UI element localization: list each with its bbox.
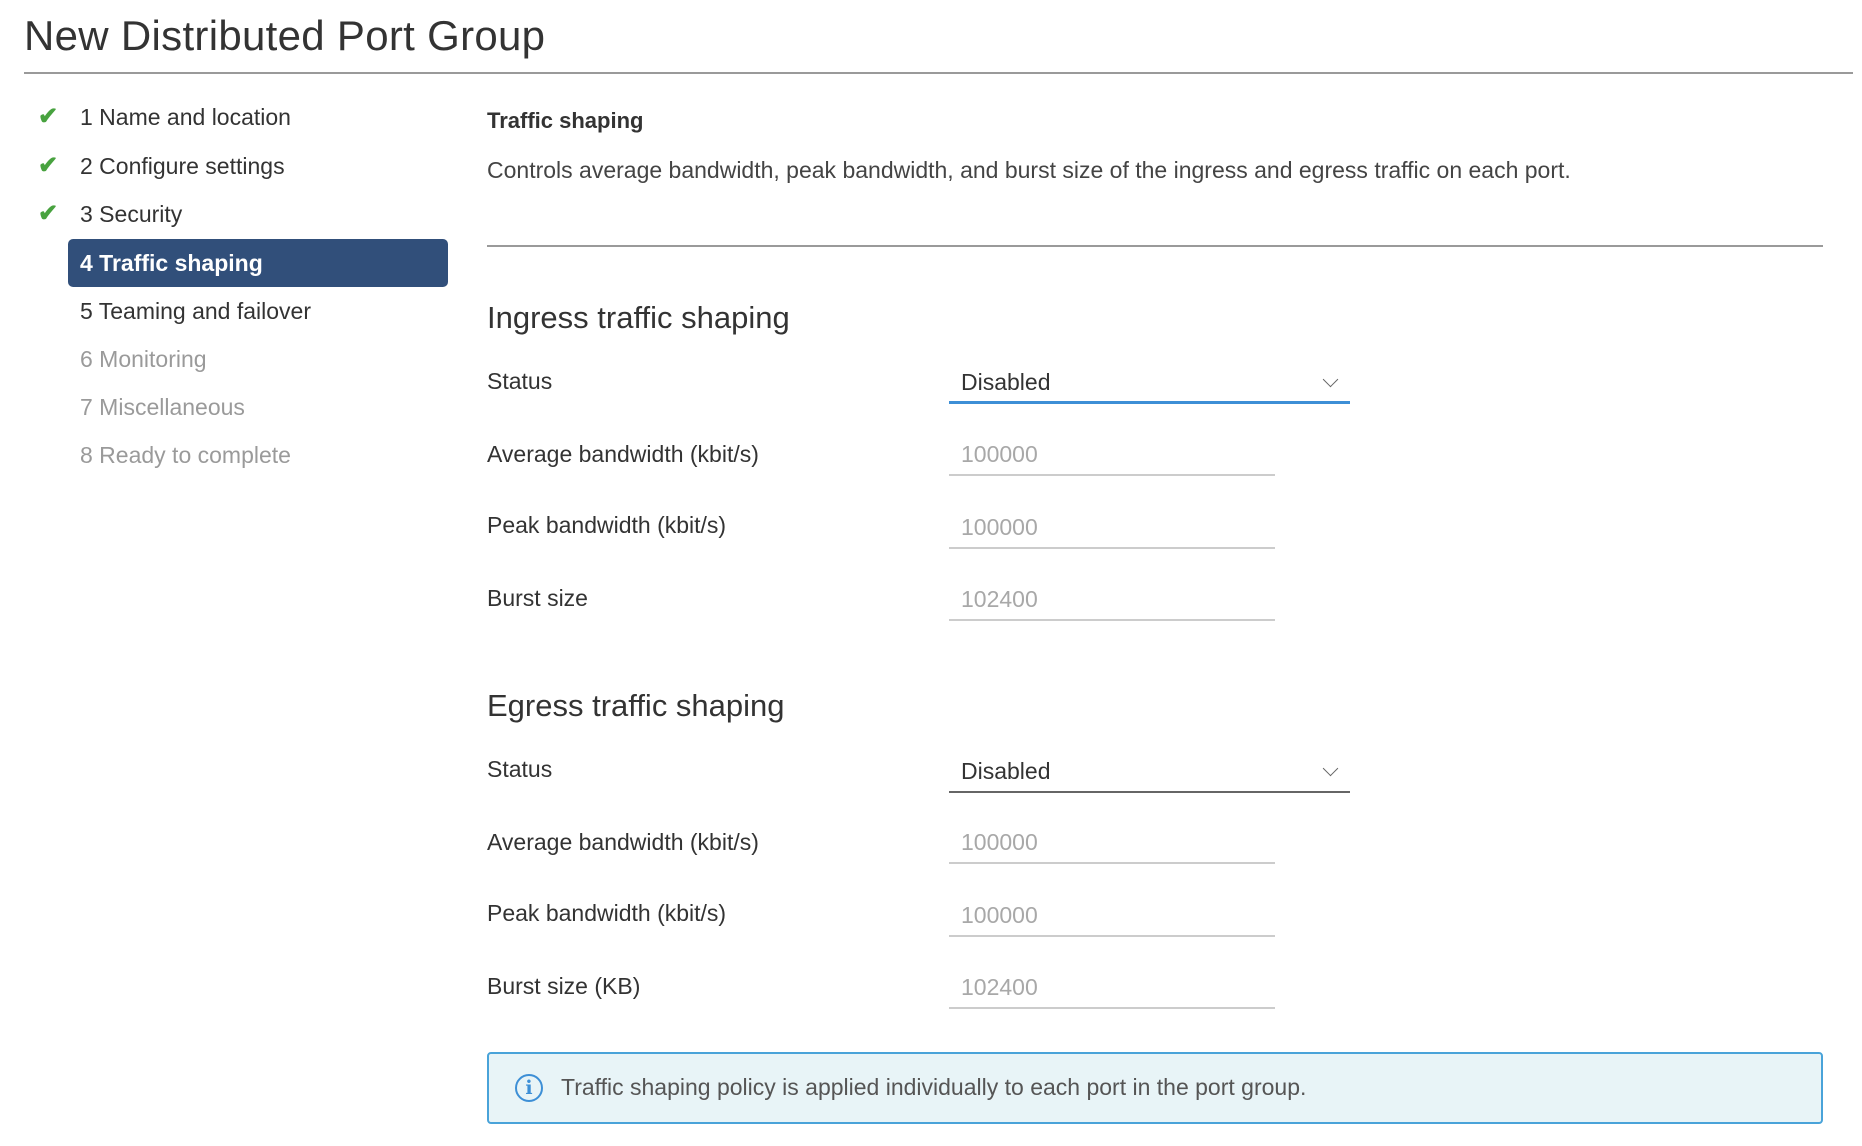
- ingress-avg-label: Average bandwidth (kbit/s): [487, 441, 759, 467]
- ingress-avg-input[interactable]: [949, 434, 1275, 476]
- ingress-heading: Ingress traffic shaping: [487, 300, 790, 335]
- step-configure-settings[interactable]: ✔ 2 Configure settings: [38, 142, 448, 190]
- step-ready-to-complete: 8 Ready to complete: [68, 431, 448, 479]
- ingress-status-label: Status: [487, 368, 553, 394]
- step-label: 5 Teaming and failover: [80, 298, 311, 324]
- ingress-status-select[interactable]: Disabled: [949, 362, 1350, 404]
- chevron-down-icon: [1322, 371, 1339, 388]
- info-icon: i: [515, 1074, 543, 1102]
- egress-avg-label: Average bandwidth (kbit/s): [487, 829, 759, 855]
- ingress-peak-label: Peak bandwidth (kbit/s): [487, 512, 727, 538]
- step-monitoring: 6 Monitoring: [68, 335, 448, 383]
- section-divider: [487, 245, 1823, 247]
- egress-avg-input[interactable]: [949, 822, 1275, 864]
- step-label: 6 Monitoring: [80, 346, 207, 372]
- check-icon: ✔: [38, 103, 59, 130]
- section-title: Traffic shaping: [487, 108, 644, 133]
- egress-status-label: Status: [487, 756, 553, 782]
- check-icon: ✔: [38, 200, 59, 227]
- step-label: 4 Traffic shaping: [80, 250, 263, 276]
- ingress-burst-input[interactable]: [949, 579, 1275, 621]
- check-icon: ✔: [38, 152, 59, 179]
- page-title: New Distributed Port Group: [24, 12, 546, 59]
- step-name-and-location[interactable]: ✔ 1 Name and location: [38, 93, 448, 141]
- info-text: Traffic shaping policy is applied indivi…: [561, 1074, 1307, 1100]
- egress-peak-label: Peak bandwidth (kbit/s): [487, 900, 727, 926]
- egress-status-select[interactable]: Disabled: [949, 751, 1350, 793]
- step-teaming-and-failover[interactable]: 5 Teaming and failover: [68, 287, 448, 335]
- title-divider: [24, 72, 1853, 74]
- step-label: 7 Miscellaneous: [80, 394, 245, 420]
- section-description: Controls average bandwidth, peak bandwid…: [487, 157, 1571, 183]
- step-label: 2 Configure settings: [80, 153, 285, 179]
- step-miscellaneous: 7 Miscellaneous: [68, 383, 448, 431]
- step-label: 1 Name and location: [80, 104, 291, 130]
- chevron-down-icon: [1322, 760, 1339, 777]
- info-alert: i Traffic shaping policy is applied indi…: [487, 1052, 1823, 1124]
- step-label: 8 Ready to complete: [80, 442, 291, 468]
- egress-heading: Egress traffic shaping: [487, 688, 785, 723]
- ingress-burst-label: Burst size: [487, 585, 588, 611]
- egress-peak-input[interactable]: [949, 895, 1275, 937]
- egress-burst-label: Burst size (KB): [487, 973, 641, 999]
- ingress-peak-input[interactable]: [949, 507, 1275, 549]
- egress-status-value: Disabled: [961, 758, 1051, 784]
- ingress-status-value: Disabled: [961, 369, 1051, 395]
- egress-burst-input[interactable]: [949, 967, 1275, 1009]
- step-security[interactable]: ✔ 3 Security: [38, 190, 448, 238]
- step-traffic-shaping[interactable]: 4 Traffic shaping: [68, 239, 448, 287]
- step-label: 3 Security: [80, 201, 183, 227]
